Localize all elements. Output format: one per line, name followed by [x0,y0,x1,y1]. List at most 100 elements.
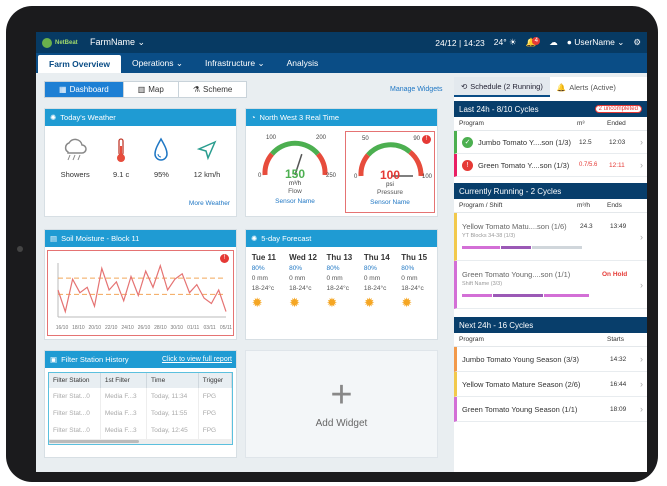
gear-icon[interactable]: ⚙ [633,37,641,48]
x-tick-label: 22/10 [105,325,118,331]
weather-widget: ✺ Today's Weather Showers 9.1 c 95% 12 km… [44,108,237,217]
progress-segment [462,294,492,297]
realtime-widget: ◔ North West 3 Real Time 100 200 0 250 15… [245,108,438,217]
menu-infrastructure-label: Infrastructure [205,58,256,68]
forecast-day-name: Tue 11 [251,253,276,262]
column-header[interactable]: Time [146,373,199,388]
scheme-icon: ⚗ [192,85,200,94]
menu-farm-overview[interactable]: Farm Overview [38,55,121,73]
column-header: Program / Shift [459,202,503,209]
chevron-right-icon: › [640,160,643,170]
progress-segment [462,246,500,249]
x-tick-label: 01/11 [187,325,199,331]
tab-alerts-label: Alerts (Active) [569,82,616,92]
weather-title: Today's Weather [60,113,116,122]
forecast-day-name: Wed 12 [289,253,317,262]
forecast-rain-amount: 0 mm [289,275,306,282]
progress-bar [462,242,642,251]
weather-humidity-value: 95% [153,170,169,179]
column-header[interactable]: Filter Station [49,373,101,388]
menu-operations[interactable]: Operations ⌄ [121,53,194,73]
list-item[interactable]: Green Tomato Young Season (1/1) 18:09 › [454,397,647,422]
notifications-button[interactable]: 🔔4 [526,37,541,48]
list-item[interactable]: Jumbo Tomato Young Season (3/3) 14:32 › [454,347,647,372]
realtime-title: North West 3 Real Time [259,113,340,122]
shift-name: Shift Name (3/3) [462,281,503,287]
flow-sensor-link[interactable]: Sensor Name [250,198,340,205]
wind-direction-icon [196,136,218,164]
soil-alert-icon[interactable]: ! [220,254,229,263]
bell-icon: 🔔 [556,82,567,92]
list-item[interactable]: ! Green Tomato Y....son (1/3) 0.7/5.6 12… [454,154,647,177]
sun-icon: ✹ [289,295,300,310]
forecast-temp-range: 18-24°c [251,285,275,292]
farm-selector[interactable]: FarmName ⌄ [90,37,145,48]
last24-columns: Program m³ Ended [454,117,647,131]
list-item[interactable]: ✓ Jumbo Tomato Y....son (1/3) 12.5 12:03… [454,131,647,154]
menu-infrastructure[interactable]: Infrastructure ⌄ [194,53,276,73]
full-report-link[interactable]: Click to view full report [162,356,232,363]
schedule-tabs: ⟲ Schedule (2 Running) 🔔 Alerts (Active) [454,77,647,97]
x-tick-label: 24/10 [121,325,134,331]
soil-chart-frame: 16/10 18/10 20/10 22/10 24/10 26/10 28/10 30/10… [47,250,234,336]
user-menu[interactable]: ● UserName ⌄ [567,37,625,48]
list-item[interactable]: Green Tomato Young....son (1/1) On Hold … [454,261,647,309]
last24-title: Last 24h - 8/10 Cycles [459,104,539,114]
tab-map[interactable]: ▥ Map [124,82,179,97]
user-icon: ● [566,37,572,47]
table-cell: FPG [198,388,233,405]
scrollbar-thumb[interactable] [49,440,139,443]
column-header: m³/h [577,202,590,209]
chevron-right-icon: › [640,279,643,290]
tab-dashboard[interactable]: ▦ Dashboard [45,82,124,97]
table-row[interactable]: Filter Stat...0 Media F...3 Today, 11:34 FP… [49,388,233,405]
tab-scheme[interactable]: ⚗ Scheme [179,82,247,97]
check-icon: ✓ [462,136,473,148]
uncompleted-badge[interactable]: 2 uncompleted [594,105,642,113]
program-name: Jumbo Tomato Y....son (1/3) [478,137,571,147]
progress-segment [532,246,582,249]
menu-analysis[interactable]: Analysis [276,53,330,73]
forecast-temp-range: 18-24°c [326,285,349,292]
date: 24/12 [435,37,457,48]
manage-widgets-link[interactable]: Manage Widgets [390,86,443,93]
program-ended: 12:11 [609,161,625,169]
x-tick-label: 03/11 [204,325,216,331]
sun-icon: ✹ [363,295,375,310]
table-cell: Media F...3 [100,422,147,439]
time: 14:23 [463,37,485,48]
more-weather-link[interactable]: More Weather [189,200,230,207]
forecast-rain-amount: 0 mm [326,275,343,282]
list-item[interactable]: Yellow Tomato Mature Season (2/6) 16:44 › [454,372,647,397]
list-item[interactable]: Yellow Tomato Matu....son (1/6) 24.3 13:… [454,213,647,261]
pressure-sensor-link[interactable]: Sensor Name [346,199,434,206]
main-menu: Farm Overview Operations ⌄ Infrastructur… [36,53,647,73]
sun-icon: ✺ [251,234,258,243]
add-widget-button[interactable]: + Add Widget [245,350,438,458]
x-tick-label: 20/10 [89,325,102,331]
horizontal-scrollbar[interactable] [49,439,232,444]
error-icon: ! [462,159,473,171]
table-row[interactable]: Filter Stat...0 Media F...3 Today, 11:55 FP… [49,405,233,422]
tab-alerts[interactable]: 🔔 Alerts (Active) [550,77,623,97]
chevron-right-icon: › [640,404,643,414]
pressure-alert-icon[interactable]: ! [422,135,431,144]
program-name: Jumbo Tomato Young Season (3/3) [462,354,580,364]
table-cell: Today, 12:45 [146,422,199,439]
column-header: Ends [607,202,622,209]
table-row[interactable]: Filter Stat...0 Media F...3 Today, 12:45 FP… [49,422,233,439]
pressure-value: 100 [379,168,401,182]
weather-header: ✺ Today's Weather [45,109,236,126]
column-header[interactable]: 1st Filter [100,373,147,388]
forecast-rain-amount: 0 mm [251,275,268,282]
weather-humidity: 95% [152,136,170,179]
cloud-sync-icon[interactable]: ☁ [549,37,558,48]
pressure-high-threshold: 90 [413,136,420,142]
progress-segment [544,294,589,297]
column-header[interactable]: Trigger [198,373,233,388]
program-status: On Hold [602,271,628,278]
dashboard-icon: ▦ [59,85,67,94]
gauge-icon: ◔ [251,113,256,122]
program-rate: 24.3 [580,223,593,230]
tab-schedule[interactable]: ⟲ Schedule (2 Running) [454,77,550,97]
